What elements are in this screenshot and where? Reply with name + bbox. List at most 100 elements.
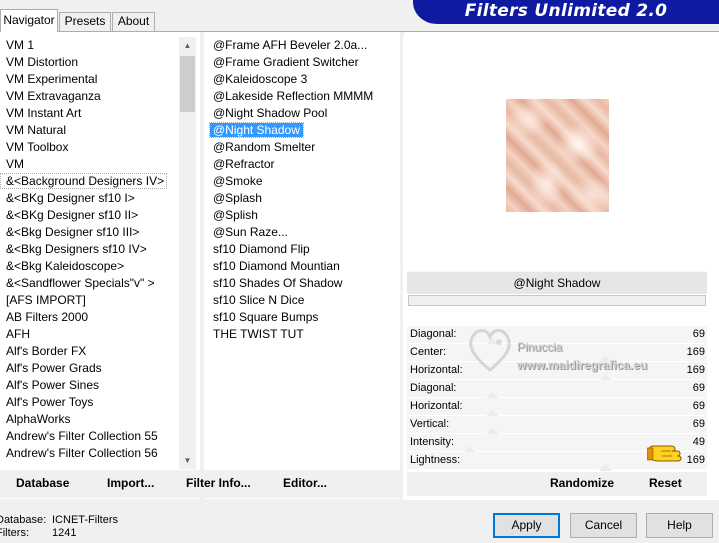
filter-item[interactable]: sf10 Diamond Flip xyxy=(205,241,400,258)
slider-row[interactable]: Horizontal: 169 xyxy=(407,362,707,381)
progress-bar xyxy=(408,295,706,306)
import-button[interactable]: Import... xyxy=(107,476,154,490)
category-item-label: &<Background Designers IV> xyxy=(0,173,168,189)
database-value: ICNET-Filters xyxy=(52,514,118,526)
scrollbar-thumb[interactable] xyxy=(180,56,195,112)
filter-item[interactable]: @Frame AFH Beveler 2.0a... xyxy=(205,37,400,54)
category-item[interactable]: VM Instant Art xyxy=(0,105,178,122)
editor-button[interactable]: Editor... xyxy=(283,476,327,490)
scroll-down-icon[interactable]: ▼ xyxy=(179,452,196,469)
database-label: Database: xyxy=(0,514,47,526)
slider-label: Lightness: xyxy=(410,454,461,466)
filter-item[interactable]: @Frame Gradient Switcher xyxy=(205,54,400,71)
filter-item[interactable]: @Random Smelter xyxy=(205,139,400,156)
category-item-label: Andrew's Filter Collection 56 xyxy=(6,446,158,460)
preview-image xyxy=(506,99,609,212)
category-item[interactable]: &<Bkg Designers sf10 IV> xyxy=(0,241,178,258)
category-item[interactable]: Alf's Power Grads xyxy=(0,360,178,377)
filter-item[interactable]: @Lakeside Reflection MMMM xyxy=(205,88,400,105)
help-button[interactable]: Help xyxy=(646,513,713,538)
category-item[interactable]: VM Extravaganza xyxy=(0,88,178,105)
cancel-button[interactable]: Cancel xyxy=(570,513,637,538)
filter-item-label: @Night Shadow xyxy=(209,122,304,138)
tab-about[interactable]: About xyxy=(112,12,155,31)
category-item-label: VM Distortion xyxy=(6,55,79,69)
filter-item-label: @Splish xyxy=(213,208,258,222)
slider-value: 169 xyxy=(686,346,705,358)
filter-item[interactable]: sf10 Square Bumps xyxy=(205,309,400,326)
slider-label: Center: xyxy=(410,346,447,358)
filters-label: Filters: xyxy=(0,527,29,539)
slider-thumb[interactable] xyxy=(598,464,613,471)
category-item[interactable]: VM 1 xyxy=(0,37,178,54)
filter-info-button[interactable]: Filter Info... xyxy=(186,476,251,490)
filter-item-label: @Smoke xyxy=(213,174,263,188)
slider-row[interactable]: Horizontal: 69 xyxy=(407,398,707,417)
randomize-button[interactable]: Randomize xyxy=(550,476,614,490)
category-item[interactable]: Andrew's Filter Collection 56 xyxy=(0,445,178,462)
filter-item[interactable]: @Splash xyxy=(205,190,400,207)
filter-item-label: sf10 Diamond Flip xyxy=(213,242,310,256)
category-item[interactable]: Alf's Border FX xyxy=(0,343,178,360)
filter-item[interactable]: sf10 Shades Of Shadow xyxy=(205,275,400,292)
category-item-label: &<BKg Designer sf10 I> xyxy=(6,191,135,205)
slider-label: Vertical: xyxy=(410,418,450,430)
category-item[interactable]: [AFS IMPORT] xyxy=(0,292,178,309)
category-item[interactable]: VM Distortion xyxy=(0,54,178,71)
slider-row[interactable]: Diagonal: 69 xyxy=(407,326,707,345)
filter-item[interactable]: @Night Shadow Pool xyxy=(205,105,400,122)
category-item[interactable]: &<Sandflower Specials"v" > xyxy=(0,275,178,292)
filter-item[interactable]: sf10 Slice N Dice xyxy=(205,292,400,309)
filter-item-label: sf10 Slice N Dice xyxy=(213,293,305,307)
filter-item[interactable]: @Night Shadow xyxy=(205,122,400,139)
category-item[interactable]: VM Experimental xyxy=(0,71,178,88)
slider-row[interactable]: Center: 169 xyxy=(407,344,707,363)
slider-row[interactable]: Diagonal: 69 xyxy=(407,380,707,399)
tab-navigator[interactable]: Navigator xyxy=(0,9,58,32)
category-item-label: AlphaWorks xyxy=(6,412,71,426)
filter-item-label: @Kaleidoscope 3 xyxy=(213,72,308,86)
category-item-label: &<Sandflower Specials"v" > xyxy=(6,276,155,290)
filter-item[interactable]: @Splish xyxy=(205,207,400,224)
category-item[interactable]: VM Natural xyxy=(0,122,178,139)
filter-item[interactable]: @Refractor xyxy=(205,156,400,173)
database-button[interactable]: Database xyxy=(16,476,69,490)
app-title: Filters Unlimited 2.0 xyxy=(464,1,668,21)
tab-presets[interactable]: Presets xyxy=(59,12,111,31)
column-divider xyxy=(200,32,204,500)
category-item-label: AFH xyxy=(6,327,30,341)
slider-row[interactable]: Vertical: 69 xyxy=(407,416,707,435)
category-item[interactable]: &<BKg Designer sf10 I> xyxy=(0,190,178,207)
filter-item-label: @Night Shadow Pool xyxy=(213,106,328,120)
category-item[interactable]: &<BKg Designer sf10 II> xyxy=(0,207,178,224)
app-header: Filters Unlimited 2.0 xyxy=(413,0,719,24)
filter-item[interactable]: @Kaleidoscope 3 xyxy=(205,71,400,88)
filter-item[interactable]: sf10 Diamond Mountian xyxy=(205,258,400,275)
category-item-label: VM Instant Art xyxy=(6,106,82,120)
category-item[interactable]: Alf's Power Sines xyxy=(0,377,178,394)
category-list[interactable]: VM 1 VM Distortion VM Experimental VM Extra… xyxy=(0,37,178,469)
apply-button[interactable]: Apply xyxy=(493,513,560,538)
filters-count: 1241 xyxy=(52,527,77,539)
scroll-up-icon[interactable]: ▲ xyxy=(179,37,196,54)
slider-label: Intensity: xyxy=(410,436,455,448)
reset-button[interactable]: Reset xyxy=(649,476,682,490)
category-item[interactable]: AB Filters 2000 xyxy=(0,309,178,326)
category-item[interactable]: &<Bkg Kaleidoscope> xyxy=(0,258,178,275)
category-item[interactable]: VM Toolbox xyxy=(0,139,178,156)
filter-item[interactable]: THE TWIST TUT xyxy=(205,326,400,343)
category-item[interactable]: Alf's Power Toys xyxy=(0,394,178,411)
category-item[interactable]: AFH xyxy=(0,326,178,343)
category-item[interactable]: &<Background Designers IV> xyxy=(0,173,178,190)
category-scrollbar[interactable]: ▲ ▼ xyxy=(179,37,196,469)
category-item[interactable]: AlphaWorks xyxy=(0,411,178,428)
category-item-label: [AFS IMPORT] xyxy=(6,293,86,307)
filter-item-label: sf10 Square Bumps xyxy=(213,310,319,324)
category-item[interactable]: Andrew's Filter Collection 55 xyxy=(0,428,178,445)
filter-item-label: @Refractor xyxy=(213,157,275,171)
category-item[interactable]: VM xyxy=(0,156,178,173)
category-item[interactable]: &<Bkg Designer sf10 III> xyxy=(0,224,178,241)
filter-item[interactable]: @Smoke xyxy=(205,173,400,190)
filter-item[interactable]: @Sun Raze... xyxy=(205,224,400,241)
filter-list[interactable]: @Frame AFH Beveler 2.0a... @Frame Gradien… xyxy=(205,37,400,469)
